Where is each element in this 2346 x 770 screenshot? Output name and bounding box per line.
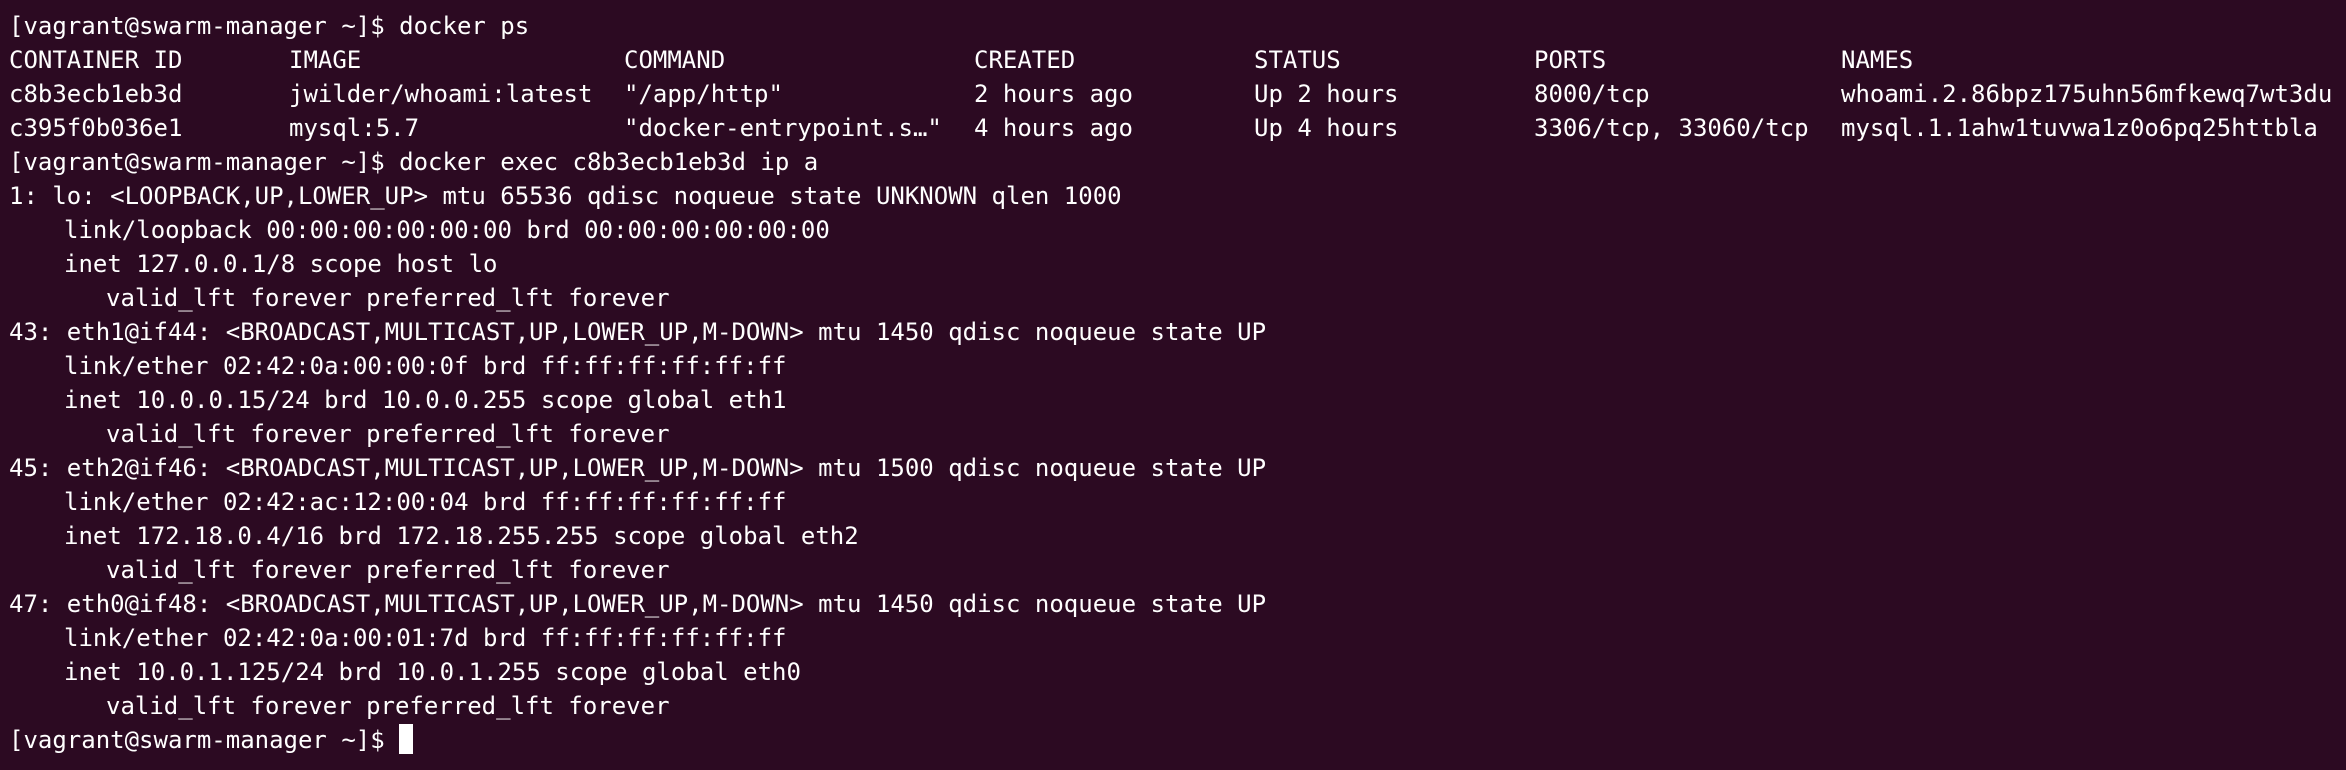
header-command: COMMAND [624,46,726,74]
ps-table-row: c395f0b036e1 mysql:5.7 "docker-entrypoin… [9,111,2346,145]
interface-header: 1: lo: <LOOPBACK,UP,LOWER_UP> mtu 65536 … [9,182,1122,210]
command-line: [vagrant@swarm-manager ~]$ docker ps [9,9,2346,43]
header-image: IMAGE [289,46,362,74]
interface-header: 45: eth2@if46: <BROADCAST,MULTICAST,UP,L… [9,454,1267,482]
cell-created: 4 hours ago [974,114,1133,142]
cell-names: mysql.1.1ahw1tuvwa1z0o6pq25httbla [1841,114,2318,142]
shell-prompt: [vagrant@swarm-manager ~]$ [9,12,385,40]
text-cursor[interactable] [398,724,413,754]
cell-command: "/app/http" [624,80,783,108]
header-created: CREATED [974,46,1076,74]
interface-inet: inet 172.18.0.4/16 brd 172.18.255.255 sc… [64,522,859,550]
cell-names: whoami.2.86bpz175uhn56mfkewq7wt3du [1841,80,2333,108]
cell-status: Up 2 hours [1254,80,1399,108]
interface-lifetime: valid_lft forever preferred_lft forever [106,556,670,584]
interface-inet: inet 10.0.0.15/24 brd 10.0.0.255 scope g… [64,386,787,414]
cell-image: mysql:5.7 [289,114,420,142]
cell-image: jwilder/whoami:latest [289,80,593,108]
interface-link: link/loopback 00:00:00:00:00:00 brd 00:0… [64,216,830,244]
interface-inet: inet 10.0.1.125/24 brd 10.0.1.255 scope … [64,658,801,686]
interface-header: 43: eth1@if44: <BROADCAST,MULTICAST,UP,L… [9,318,1267,346]
ps-table-header: CONTAINER ID IMAGE COMMAND CREATED STATU… [9,43,2346,77]
header-ports: PORTS [1534,46,1607,74]
cell-created: 2 hours ago [974,80,1133,108]
interface-lifetime: valid_lft forever preferred_lft forever [106,284,670,312]
cell-status: Up 4 hours [1254,114,1399,142]
cell-ports: 3306/tcp, 33060/tcp [1534,114,1809,142]
command-text: docker ps [399,12,530,40]
header-names: NAMES [1841,46,1914,74]
interface-link: link/ether 02:42:0a:00:00:0f brd ff:ff:f… [64,352,787,380]
shell-prompt: [vagrant@swarm-manager ~]$ [9,726,385,754]
command-text: docker exec c8b3ecb1eb3d ip a [399,148,819,176]
ps-table-row: c8b3ecb1eb3d jwilder/whoami:latest "/app… [9,77,2346,111]
cell-container-id: c395f0b036e1 [9,114,183,142]
cell-command: "docker-entrypoint.s…" [624,114,942,142]
input-line[interactable]: [vagrant@swarm-manager ~]$ [9,723,2346,757]
terminal-window[interactable]: [vagrant@swarm-manager ~]$ docker ps CON… [0,0,2346,770]
cell-container-id: c8b3ecb1eb3d [9,80,183,108]
interface-link: link/ether 02:42:0a:00:01:7d brd ff:ff:f… [64,624,787,652]
interface-header: 47: eth0@if48: <BROADCAST,MULTICAST,UP,L… [9,590,1267,618]
interface-lifetime: valid_lft forever preferred_lft forever [106,420,670,448]
header-container-id: CONTAINER ID [9,46,183,74]
interface-inet: inet 127.0.0.1/8 scope host lo [64,250,498,278]
cell-ports: 8000/tcp [1534,80,1650,108]
interface-link: link/ether 02:42:ac:12:00:04 brd ff:ff:f… [64,488,787,516]
interface-lifetime: valid_lft forever preferred_lft forever [106,692,670,720]
command-line: [vagrant@swarm-manager ~]$ docker exec c… [9,145,2346,179]
header-status: STATUS [1254,46,1341,74]
